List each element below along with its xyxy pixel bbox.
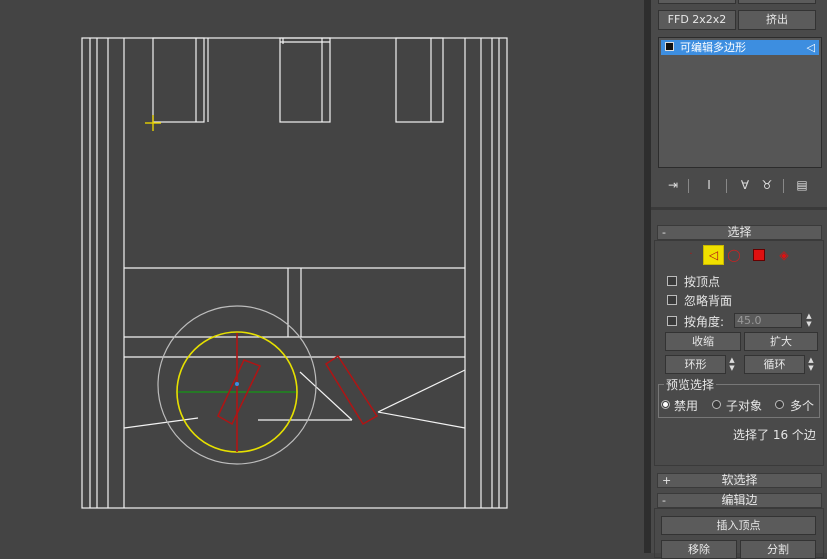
selection-rollout-header[interactable]: - 选择 (657, 225, 822, 240)
edge-subobject-icon: ◁ (806, 41, 815, 54)
insert-vertex-button[interactable]: 插入顶点 (661, 516, 816, 535)
edit-edges-title: 编辑边 (721, 493, 758, 507)
stack-toolbar: ⇥ Ι ∀ ♉ ▤ (658, 176, 822, 196)
extrude-modifier-button[interactable]: 挤出 (738, 10, 816, 30)
ffd-modifier-button[interactable]: FFD 2x2x2 (658, 10, 736, 30)
loop-button[interactable]: 循环 (744, 355, 805, 374)
preview-subobject-radio[interactable] (712, 400, 721, 409)
perspective-viewport[interactable] (0, 0, 644, 553)
preview-subobject-label: 子对象 (726, 399, 763, 413)
preview-multiple-radio[interactable] (775, 400, 784, 409)
polygon-icon[interactable] (753, 249, 765, 261)
panel-divider[interactable] (644, 0, 651, 553)
element-icon[interactable]: ◈ (777, 248, 791, 262)
remove-modifier-icon[interactable]: ♉ (758, 177, 776, 193)
selection-status-text: 选择了 16 个边 (733, 428, 816, 442)
vertex-icon[interactable]: · (683, 247, 699, 263)
pin-stack-icon[interactable]: ⇥ (664, 177, 682, 193)
by-angle-checkbox[interactable] (667, 316, 677, 326)
by-vertex-checkbox[interactable] (667, 276, 677, 286)
preview-multiple-label: 多个 (790, 399, 815, 413)
crosshair-cursor (145, 115, 161, 131)
modifier-button-top-right[interactable] (738, 0, 816, 4)
by-angle-label: 按角度: (684, 315, 725, 329)
panel-separator (651, 207, 827, 210)
ring-button[interactable]: 环形 (665, 355, 726, 374)
modifier-button-top-left[interactable] (658, 0, 736, 4)
split-button[interactable]: 分割 (740, 540, 816, 559)
stack-item-label: 可编辑多边形 (680, 41, 746, 54)
expand-plus-icon[interactable] (665, 42, 674, 51)
preview-disabled-label: 禁用 (674, 399, 699, 413)
wireframe-slot-right (395, 37, 444, 123)
modifier-stack-list[interactable]: 可编辑多边形 ◁ (658, 37, 822, 168)
show-end-result-icon[interactable]: Ι (700, 177, 718, 193)
stack-item-editable-poly[interactable]: 可编辑多边形 ◁ (661, 40, 819, 55)
command-panel-modify: FFD 2x2x2 挤出 可编辑多边形 ◁ ⇥ Ι ∀ ♉ ▤ - 选择 · ◁ … (651, 0, 827, 559)
gizmo-center (235, 382, 239, 386)
soft-selection-rollout-header[interactable]: + 软选择 (657, 473, 822, 488)
border-icon[interactable]: ◯ (726, 247, 742, 263)
shrink-button[interactable]: 收缩 (665, 332, 741, 351)
preview-disabled-radio[interactable] (661, 400, 670, 409)
viewport-wireframe[interactable] (0, 0, 644, 553)
preview-selection-title: 预览选择 (664, 376, 717, 393)
angle-input[interactable]: 45.0 (734, 313, 802, 328)
angle-spinner[interactable]: ▲ ▼ (804, 312, 814, 329)
loop-spinner[interactable]: ▲ ▼ (806, 356, 816, 373)
selection-rollout-title: 选择 (727, 225, 752, 239)
soft-selection-title: 软选择 (721, 473, 758, 487)
edit-edges-rollout-header[interactable]: - 编辑边 (657, 493, 822, 508)
remove-button[interactable]: 移除 (661, 540, 737, 559)
edge-icon[interactable]: ◁ (703, 245, 724, 265)
by-vertex-label: 按顶点 (684, 275, 721, 289)
ignore-backfacing-label: 忽略背面 (684, 294, 733, 308)
configure-modifier-sets-icon[interactable]: ▤ (793, 177, 811, 193)
ring-spinner[interactable]: ▲ ▼ (727, 356, 737, 373)
make-unique-icon[interactable]: ∀ (736, 177, 754, 193)
ignore-backfacing-checkbox[interactable] (667, 295, 677, 305)
grow-button[interactable]: 扩大 (744, 332, 818, 351)
